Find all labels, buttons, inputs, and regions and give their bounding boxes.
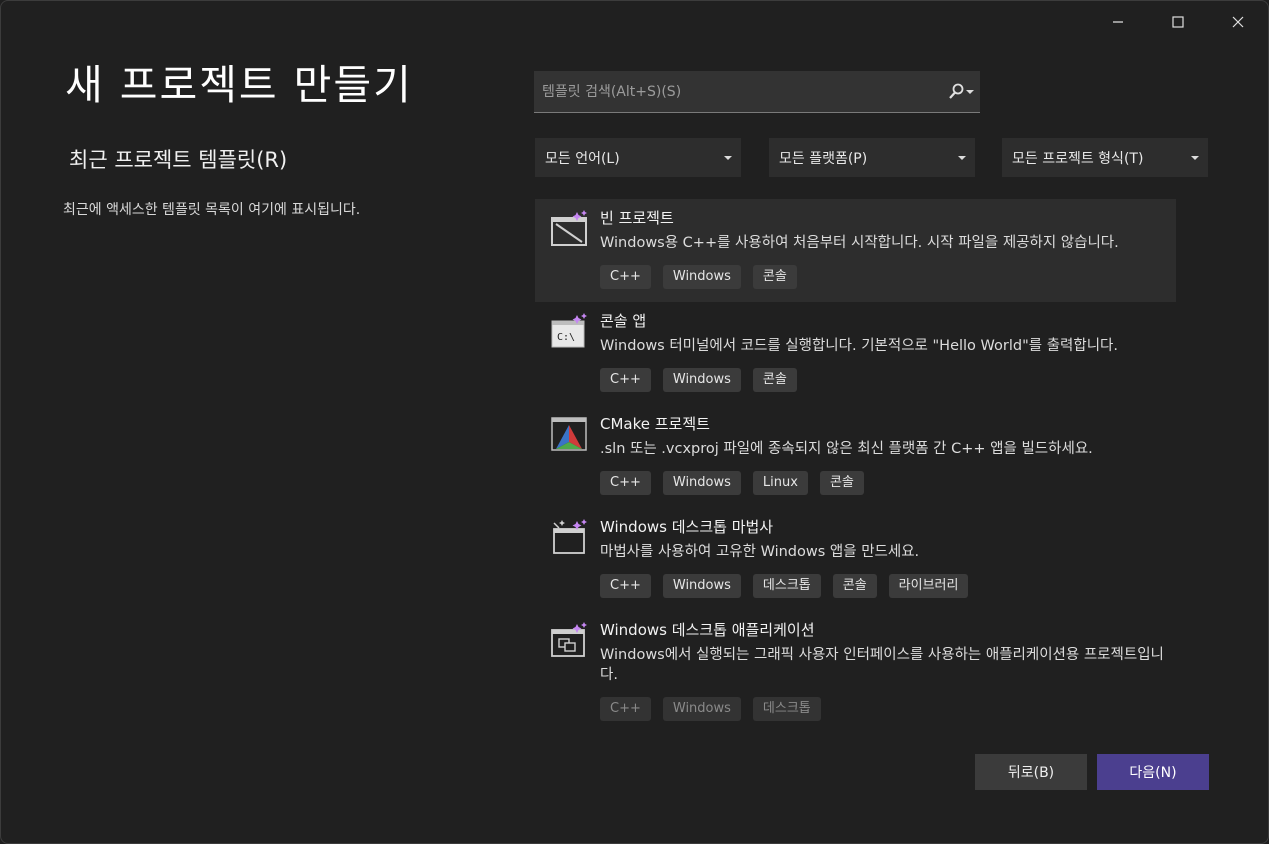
template-description: Windows에서 실행되는 그래픽 사용자 인터페이스를 사용하는 애플리케이…	[600, 647, 1164, 683]
template-item-cmake-project[interactable]: CMake 프로젝트 .sln 또는 .vcxproj 파일에 종속되지 않은 …	[535, 405, 1176, 508]
tag-linux: Linux	[752, 471, 808, 495]
template-name: 콘솔 앱	[600, 312, 647, 330]
template-description: Windows 터미널에서 코드를 실행합니다. 기본적으로 "Hello Wo…	[600, 338, 1119, 354]
tag-desktop: 데스크톱	[752, 574, 821, 598]
maximize-icon	[1172, 16, 1184, 28]
template-description: Windows용 C++를 사용하여 처음부터 시작합니다. 시작 파일을 제공…	[600, 235, 1119, 251]
template-search-input[interactable]	[534, 70, 948, 113]
template-name: Windows 데스크톱 마법사	[600, 518, 774, 536]
tag-console: 콘솔	[752, 368, 797, 392]
template-tags: C++ Windows 데스크톱 콘솔 라이브러리	[600, 574, 1176, 598]
template-name: CMake 프로젝트	[600, 415, 710, 433]
project-type-filter-value: 모든 프로젝트 형식(T)	[1012, 150, 1144, 167]
tag-cpp: C++	[600, 471, 651, 495]
console-app-icon: C:\	[551, 313, 587, 348]
tag-library: 라이브러리	[888, 574, 969, 598]
tag-windows: Windows	[662, 471, 741, 495]
cmake-icon	[551, 417, 587, 451]
svg-text:C:\: C:\	[557, 332, 575, 343]
template-name: Windows 데스크톱 애플리케이션	[600, 621, 815, 639]
search-icon	[949, 83, 964, 99]
search-options-button[interactable]	[948, 83, 980, 101]
template-item-desktop-application[interactable]: Windows 데스크톱 애플리케이션 Windows에서 실행되는 그래픽 사…	[535, 611, 1176, 731]
template-tags: C++ Windows 콘솔	[600, 265, 1176, 289]
template-search-box	[534, 70, 980, 113]
desktop-app-icon	[551, 622, 587, 657]
tag-cpp: C++	[600, 368, 651, 392]
window-caption-buttons	[1088, 1, 1268, 43]
maximize-button[interactable]	[1148, 1, 1208, 43]
template-name: 빈 프로젝트	[600, 209, 674, 227]
chevron-down-icon	[958, 155, 966, 160]
tag-windows: Windows	[662, 697, 741, 721]
recent-templates-title: 최근 프로젝트 템플릿(R)	[69, 148, 288, 172]
tag-windows: Windows	[662, 265, 741, 289]
platform-filter-dropdown[interactable]: 모든 플랫폼(P)	[769, 138, 975, 177]
template-item-desktop-wizard[interactable]: Windows 데스크톱 마법사 마법사를 사용하여 고유한 Windows 앱…	[535, 508, 1176, 611]
tag-desktop: 데스크톱	[752, 697, 821, 721]
template-list: 빈 프로젝트 Windows용 C++를 사용하여 처음부터 시작합니다. 시작…	[535, 199, 1176, 731]
new-project-dialog: 새 프로젝트 만들기 최근 프로젝트 템플릿(R) 최근에 액세스한 템플릿 목…	[0, 0, 1269, 844]
chevron-down-icon	[1191, 155, 1199, 160]
language-filter-value: 모든 언어(L)	[545, 150, 620, 167]
template-item-console-app[interactable]: C:\ 콘솔 앱 Windows 터미널에서 코드를 실행합니다. 기본적으로 …	[535, 302, 1176, 405]
close-button[interactable]	[1208, 1, 1268, 43]
platform-filter-value: 모든 플랫폼(P)	[779, 150, 868, 167]
back-button[interactable]: 뒤로(B)	[975, 754, 1087, 790]
template-tags: C++ Windows 데스크톱	[600, 697, 1176, 721]
template-description: 마법사를 사용하여 고유한 Windows 앱을 만드세요.	[600, 544, 920, 560]
empty-project-icon	[551, 210, 587, 246]
tag-console: 콘솔	[832, 574, 877, 598]
language-filter-dropdown[interactable]: 모든 언어(L)	[535, 138, 741, 177]
chevron-down-icon	[724, 155, 732, 160]
close-icon	[1232, 16, 1244, 28]
chevron-down-icon	[966, 89, 974, 94]
template-description: .sln 또는 .vcxproj 파일에 종속되지 않은 최신 플랫폼 간 C+…	[600, 441, 1093, 457]
tag-cpp: C++	[600, 574, 651, 598]
minimize-button[interactable]	[1088, 1, 1148, 43]
tag-windows: Windows	[662, 368, 741, 392]
page-title: 새 프로젝트 만들기	[65, 61, 413, 109]
tag-console: 콘솔	[752, 265, 797, 289]
minimize-icon	[1113, 21, 1123, 23]
template-item-empty-project[interactable]: 빈 프로젝트 Windows용 C++를 사용하여 처음부터 시작합니다. 시작…	[535, 199, 1176, 302]
tag-cpp: C++	[600, 697, 651, 721]
tag-cpp: C++	[600, 265, 651, 289]
recent-templates-empty-text: 최근에 액세스한 템플릿 목록이 여기에 표시됩니다.	[63, 202, 361, 218]
next-button[interactable]: 다음(N)	[1097, 754, 1209, 790]
template-tags: C++ Windows 콘솔	[600, 368, 1176, 392]
tag-windows: Windows	[662, 574, 741, 598]
desktop-wizard-icon	[553, 519, 587, 554]
template-tags: C++ Windows Linux 콘솔	[600, 471, 1176, 495]
tag-console: 콘솔	[819, 471, 864, 495]
project-type-filter-dropdown[interactable]: 모든 프로젝트 형식(T)	[1002, 138, 1208, 177]
